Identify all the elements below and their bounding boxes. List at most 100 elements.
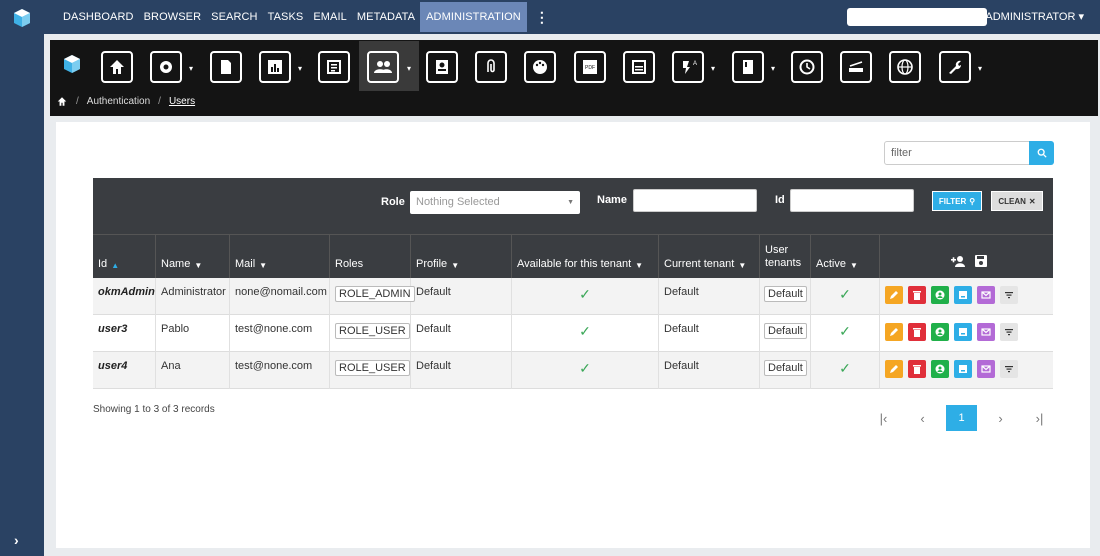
role-filter-select[interactable]: Nothing Selected ▼ [410, 191, 580, 214]
users-panel: filter Role Nothing Selected ▼ Name Id F… [56, 122, 1090, 548]
filter-button[interactable]: FILTER ⚲ [932, 191, 982, 211]
id-filter-label: Id [775, 194, 785, 206]
users-table: Role Nothing Selected ▼ Name Id FILTER ⚲ … [93, 178, 1053, 389]
more-menu-icon[interactable]: ⋮ [535, 9, 549, 26]
clock-icon[interactable] [791, 51, 823, 83]
global-search-input[interactable] [847, 8, 987, 26]
cell-mail: none@nomail.com [230, 278, 330, 315]
pencil-icon [890, 291, 898, 299]
col-mail[interactable]: Mail ▼ [230, 235, 330, 279]
expand-sidebar-icon[interactable]: › [14, 532, 19, 548]
automation-caret-icon[interactable]: ▾ [711, 64, 715, 73]
profile-button[interactable] [931, 286, 949, 304]
id-card-button[interactable] [954, 323, 972, 341]
nav-tasks[interactable]: TASKS [263, 2, 309, 32]
settings-caret-icon[interactable]: ▾ [189, 64, 193, 73]
nav-dashboard[interactable]: DASHBOARD [58, 2, 139, 32]
cell-user-tenants: Default [760, 352, 811, 389]
wrench-icon[interactable] [939, 51, 971, 83]
tenant-chip: Default [764, 323, 807, 339]
clean-button-label: CLEAN [998, 196, 1026, 206]
breadcrumb-page[interactable]: Users [169, 96, 195, 107]
paperclip-icon[interactable] [475, 51, 507, 83]
col-profile[interactable]: Profile ▼ [411, 235, 512, 279]
cell-active: ✓ [811, 352, 880, 389]
profile-button[interactable] [931, 360, 949, 378]
save-icon[interactable] [975, 255, 987, 267]
user-icon[interactable] [426, 51, 458, 83]
top-nav: DASHBOARD BROWSER SEARCH TASKS EMAIL MET… [44, 0, 1100, 34]
cell-mail: test@none.com [230, 352, 330, 389]
delete-button[interactable] [908, 286, 926, 304]
col-current-tenant[interactable]: Current tenant ▼ [659, 235, 760, 279]
palette-icon[interactable] [524, 51, 556, 83]
globe-icon[interactable] [889, 51, 921, 83]
filter-button[interactable] [1000, 323, 1018, 341]
check-icon: ✓ [579, 360, 591, 376]
document-icon[interactable] [210, 51, 242, 83]
delete-button[interactable] [908, 323, 926, 341]
nav-metadata[interactable]: METADATA [352, 2, 420, 32]
table-filter-input[interactable]: filter [884, 141, 1030, 165]
col-available-label: Available for this tenant [517, 258, 632, 270]
automation-icon[interactable]: A [672, 51, 704, 83]
role-filter-label: Role [381, 196, 405, 208]
pdf-icon[interactable]: PDF [574, 51, 606, 83]
filter-button[interactable] [1000, 360, 1018, 378]
id-card-button[interactable] [954, 360, 972, 378]
edit-button[interactable] [885, 360, 903, 378]
chart-icon[interactable] [259, 51, 291, 83]
cell-name: Ana [156, 352, 230, 389]
col-available[interactable]: Available for this tenant ▼ [512, 235, 659, 279]
book-caret-icon[interactable]: ▾ [771, 64, 775, 73]
profile-button[interactable] [931, 323, 949, 341]
cell-roles: ROLE_ADMIN [330, 278, 415, 315]
sort-icon: ▼ [635, 261, 644, 270]
users-caret-icon[interactable]: ▾ [407, 64, 411, 73]
breadcrumb-home-icon[interactable] [56, 96, 68, 107]
home-icon[interactable] [101, 51, 133, 83]
id-card-button[interactable] [954, 286, 972, 304]
cell-id: user3 [93, 315, 156, 352]
col-name[interactable]: Name ▼ [156, 235, 230, 279]
close-icon: ✕ [1028, 196, 1036, 206]
user-menu[interactable]: ADMINISTRATOR ▾ [985, 0, 1084, 34]
filter-button[interactable] [1000, 286, 1018, 304]
edit-button[interactable] [885, 323, 903, 341]
nav-administration[interactable]: ADMINISTRATION [420, 2, 527, 32]
book-icon[interactable] [732, 51, 764, 83]
column-headers: Id ▲ Name ▼ Mail ▼ Roles Profile ▼ Available… [93, 234, 1053, 279]
edit-button[interactable] [885, 286, 903, 304]
first-page-icon[interactable]: |‹ [864, 411, 903, 426]
next-page-icon[interactable]: › [981, 411, 1020, 426]
scanner-icon[interactable] [840, 51, 872, 83]
app-logo-icon[interactable] [12, 8, 32, 28]
col-actions [880, 235, 1053, 279]
add-user-icon[interactable] [951, 255, 967, 267]
mail-button[interactable] [977, 286, 995, 304]
col-id[interactable]: Id ▲ [93, 235, 156, 279]
nav-search[interactable]: SEARCH [206, 2, 262, 32]
id-filter-input[interactable] [790, 189, 914, 212]
chart-caret-icon[interactable]: ▾ [298, 64, 302, 73]
delete-button[interactable] [908, 360, 926, 378]
wrench-caret-icon[interactable]: ▾ [978, 64, 982, 73]
mail-button[interactable] [977, 360, 995, 378]
current-page[interactable]: 1 [946, 405, 977, 431]
nav-browser[interactable]: BROWSER [139, 2, 207, 32]
col-active[interactable]: Active ▼ [811, 235, 880, 279]
list-icon[interactable] [318, 51, 350, 83]
name-filter-input[interactable] [633, 189, 757, 212]
id-card-icon [959, 328, 967, 336]
nav-email[interactable]: EMAIL [308, 2, 352, 32]
settings-icon[interactable] [150, 51, 182, 83]
clean-button[interactable]: CLEAN ✕ [991, 191, 1043, 211]
calendar-icon[interactable] [623, 51, 655, 83]
breadcrumb-section[interactable]: Authentication [87, 96, 150, 107]
breadcrumb: / Authentication / Users [56, 96, 195, 107]
prev-page-icon[interactable]: ‹ [903, 411, 942, 426]
last-page-icon[interactable]: ›| [1020, 411, 1059, 426]
users-icon[interactable] [367, 51, 399, 83]
mail-button[interactable] [977, 323, 995, 341]
search-button[interactable] [1029, 141, 1054, 165]
